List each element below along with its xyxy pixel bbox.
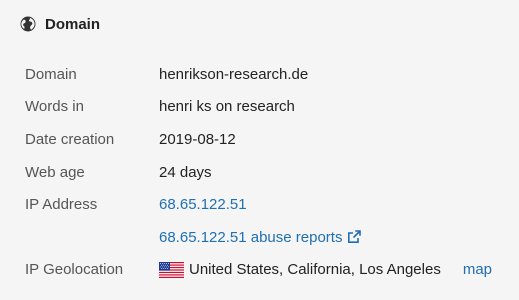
row-label: IP Address [25, 196, 98, 214]
domain-info-panel: Domain Domain henrikson-research.de Word… [0, 0, 519, 300]
row-label: Domain [25, 65, 77, 83]
row-value: 24 days [159, 163, 212, 181]
row-words-in: Words in henri ks on research [25, 91, 519, 124]
row-domain: Domain henrikson-research.de [25, 58, 519, 91]
globe-icon [20, 16, 36, 32]
us-flag-icon [159, 261, 184, 278]
panel-header: Domain [20, 13, 100, 35]
row-label: Words in [25, 98, 84, 116]
row-date-creation: Date creation 2019-08-12 [25, 123, 519, 156]
info-table: Domain henrikson-research.de Words in he… [25, 58, 519, 286]
row-ip-geolocation: IP Geolocation United States, California… [25, 254, 519, 287]
geolocation-text: United States, California, Los Angeles [189, 261, 441, 279]
row-value-container: United States, California, Los Angeles m… [159, 261, 492, 278]
row-label: IP Geolocation [25, 261, 124, 279]
row-ip-address: IP Address 68.65.122.51 [25, 188, 519, 221]
row-value-container: 68.65.122.51 [159, 196, 247, 213]
row-label: Date creation [25, 130, 115, 148]
row-abuse-reports: 68.65.122.51 abuse reports [25, 221, 519, 254]
external-link-icon[interactable] [347, 230, 362, 244]
panel-title: Domain [45, 15, 101, 33]
row-web-age: Web age 24 days [25, 156, 519, 189]
row-value: 2019-08-12 [159, 130, 236, 148]
row-value: henrikson-research.de [159, 65, 309, 83]
abuse-reports-link[interactable]: 68.65.122.51 abuse reports [159, 229, 342, 246]
map-link[interactable]: map [463, 261, 492, 278]
row-value-container: 68.65.122.51 abuse reports [159, 229, 362, 246]
row-label: Web age [25, 163, 85, 181]
row-value: henri ks on research [159, 98, 295, 116]
ip-address-link[interactable]: 68.65.122.51 [159, 196, 247, 213]
